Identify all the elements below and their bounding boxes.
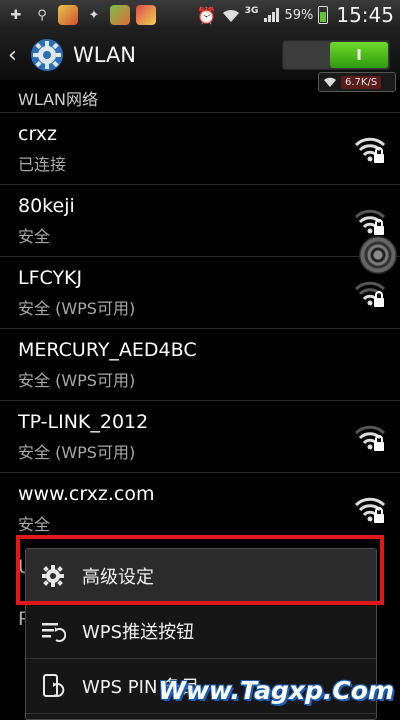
alarm-icon: ⏰ — [196, 5, 217, 25]
wifi-lock-icon — [354, 209, 386, 235]
network-list: crxz 已连接 80keji 安全 LFCYKJ 安全 (WPS可用) MER… — [0, 112, 400, 544]
menu-item-advanced-settings[interactable]: 高级设定 — [26, 549, 376, 604]
wps-push-icon — [42, 623, 66, 642]
list-item[interactable]: LFCYKJ 安全 (WPS可用) — [0, 256, 400, 328]
section-header: WLAN网络 — [18, 90, 99, 109]
wifi-lock-icon — [354, 137, 386, 163]
wifi-status-icon — [222, 9, 239, 22]
network-name: LFCYKJ — [18, 267, 83, 289]
toggle-knob: I — [330, 42, 388, 68]
network-name: crxz — [18, 123, 57, 145]
notification-icons: ✚ ⚲ ✦ — [6, 5, 156, 25]
speed-value: 6.7K/S — [341, 75, 382, 89]
wifi-small-icon — [324, 77, 336, 87]
wifi-lock-icon — [354, 281, 386, 307]
gear-icon — [42, 565, 64, 587]
app-icon — [136, 5, 156, 25]
settings-gear-icon[interactable] — [30, 38, 64, 72]
list-item[interactable]: www.crxz.com 安全 — [0, 472, 400, 544]
page-title: WLAN — [73, 43, 137, 67]
wifi-lock-icon — [354, 425, 386, 451]
battery-icon — [318, 6, 329, 24]
network-name: TP-LINK_2012 — [18, 411, 149, 433]
network-name: MERCURY_AED4BC — [18, 339, 197, 361]
speed-indicator: 6.7K/S — [318, 72, 396, 92]
menu-item-wps-push[interactable]: WPS推送按钮 — [26, 604, 376, 659]
list-item[interactable]: TP-LINK_2012 安全 (WPS可用) — [0, 400, 400, 472]
usb-icon: ⚲ — [37, 7, 47, 23]
menu-item-label: WPS推送按钮 — [82, 622, 195, 643]
app-icon — [110, 5, 130, 25]
wlan-toggle[interactable]: I — [282, 40, 390, 70]
network-status: 已连接 — [18, 155, 67, 174]
network-status: 安全 (WPS可用) — [18, 299, 136, 318]
network-status: 安全 (WPS可用) — [18, 443, 136, 462]
network-status: 安全 — [18, 515, 51, 534]
network-name: www.crxz.com — [18, 483, 155, 505]
signal-icon — [264, 8, 280, 22]
network-status: 安全 (WPS可用) — [18, 371, 136, 390]
notification-icon: ✦ — [88, 7, 100, 23]
battery-percent: 59% — [284, 7, 314, 23]
network-type: 3G — [244, 6, 259, 16]
network-name: 80keji — [18, 195, 75, 217]
assistive-touch-button[interactable] — [359, 236, 397, 274]
back-icon[interactable]: ‹ — [8, 43, 26, 68]
wifi-lock-icon — [354, 497, 386, 523]
wps-pin-icon — [43, 674, 65, 697]
list-item[interactable]: crxz 已连接 — [0, 112, 400, 184]
list-item[interactable]: 80keji 安全 — [0, 184, 400, 256]
status-bar: ✚ ⚲ ✦ ⏰ 3G 59% 15:45 — [0, 0, 400, 30]
watermark: Www.Tagxp.Com — [158, 676, 394, 705]
plus-icon: ✚ — [10, 7, 22, 23]
network-status: 安全 — [18, 227, 51, 246]
list-item[interactable]: MERCURY_AED4BC 安全 (WPS可用) — [0, 328, 400, 400]
menu-item-label: 高级设定 — [82, 567, 154, 588]
clock: 15:45 — [336, 3, 394, 27]
app-icon — [58, 5, 78, 25]
